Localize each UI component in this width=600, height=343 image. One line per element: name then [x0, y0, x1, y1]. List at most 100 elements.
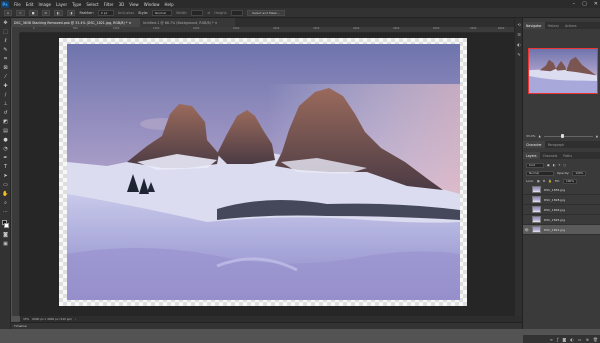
zoom-in-icon[interactable]: ▲ — [596, 134, 598, 138]
tab-navigator[interactable]: Navigator — [523, 22, 545, 29]
opacity-input[interactable]: 100% — [572, 170, 587, 176]
screen-mode-icon[interactable]: ▣ — [2, 241, 9, 248]
navigator-thumbnail[interactable] — [528, 48, 598, 94]
photo-layer-image[interactable] — [67, 44, 460, 300]
filter-shape-icon[interactable]: ▢ — [563, 163, 566, 167]
height-input[interactable] — [231, 9, 244, 16]
move-tool-icon[interactable]: ✥ — [2, 20, 9, 27]
tab-actions[interactable]: Actions — [562, 22, 580, 29]
lock-all-icon[interactable]: 🔒 — [548, 179, 552, 183]
gradient-tool-icon[interactable]: ▤ — [2, 128, 9, 135]
eraser-tool-icon[interactable]: ◩ — [2, 119, 9, 126]
add-selection-icon[interactable]: ⧉ — [41, 9, 50, 16]
adjustment-icon[interactable]: ◐ — [570, 337, 574, 342]
path-selection-tool-icon[interactable]: ➤ — [2, 173, 9, 180]
menu-filter[interactable]: Filter — [104, 2, 114, 7]
navigator-zoom-value[interactable]: 33.4% — [526, 134, 536, 138]
tab-paths[interactable]: Paths — [560, 152, 575, 159]
fill-input[interactable]: 100% — [563, 178, 577, 184]
zoom-level[interactable]: 33% — [23, 317, 29, 321]
menu-image[interactable]: Image — [38, 2, 51, 7]
tab-history[interactable]: History — [545, 22, 562, 29]
menu-type[interactable]: Type — [72, 2, 81, 7]
menu-help[interactable]: Help — [164, 2, 173, 7]
history-brush-tool-icon[interactable]: ↺ — [2, 110, 9, 117]
trash-icon[interactable]: 🗑 — [593, 337, 598, 342]
filter-type-icon[interactable]: T — [558, 163, 560, 167]
tab-channels[interactable]: Channels — [540, 152, 561, 159]
layer-row[interactable]: DSC_1825.jpg — [523, 215, 600, 225]
layer-kind-filter[interactable]: Kind — [526, 162, 544, 168]
lasso-tool-icon[interactable]: ℓ — [2, 38, 9, 45]
hand-tool-icon[interactable]: ✋ — [2, 191, 9, 198]
zoom-out-icon[interactable]: ▲ — [539, 134, 541, 138]
zoom-slider-knob[interactable] — [560, 134, 564, 138]
lock-pixels-icon[interactable]: ▦ — [537, 179, 540, 183]
layer-name[interactable]: DSC_1826.jpg — [544, 208, 565, 212]
layer-row[interactable]: DSC_1835.jpg — [523, 185, 600, 195]
new-layer-icon[interactable]: ⊕ — [586, 337, 589, 342]
width-input[interactable] — [191, 9, 204, 16]
menu-select[interactable]: Select — [86, 2, 98, 7]
antialias-label[interactable]: Anti-alias — [118, 11, 134, 15]
close-button[interactable]: ✕ — [594, 0, 598, 8]
brush-tool-icon[interactable]: ∕ — [2, 92, 9, 99]
layer-name[interactable]: DSC_1835.jpg — [544, 188, 565, 192]
dodge-tool-icon[interactable]: ◔ — [2, 146, 9, 153]
background-color-swatch[interactable] — [4, 223, 9, 228]
menu-window[interactable]: Window — [144, 2, 160, 7]
visibility-eye-icon[interactable]: 👁 — [523, 228, 530, 232]
style-select[interactable]: Normal — [152, 9, 173, 16]
frame-tool-icon[interactable]: ⊠ — [2, 65, 9, 72]
tab-document-main[interactable]: DSC_3638 Stacking Removed.psb @ 33.4% (D… — [11, 18, 142, 27]
clone-stamp-tool-icon[interactable]: ⊥ — [2, 101, 9, 108]
type-tool-icon[interactable]: T — [2, 164, 9, 171]
tab-layers[interactable]: Layers — [523, 152, 540, 159]
blend-mode-select[interactable]: Normal — [526, 170, 554, 176]
new-selection-icon[interactable]: ■ — [28, 9, 38, 16]
layer-row[interactable]: DSC_1828.jpg — [523, 195, 600, 205]
mask-icon[interactable]: ◙ — [562, 337, 566, 342]
filter-pixel-icon[interactable]: ▣ — [547, 163, 550, 167]
layer-row[interactable]: DSC_1826.jpg — [523, 205, 600, 215]
tab-document-untitled[interactable]: Untitled-1 @ 66.7% (Background, RGB/8) *… — [140, 18, 235, 27]
menu-layer[interactable]: Layer — [56, 2, 67, 7]
layer-name[interactable]: DSC_1821.jpg — [544, 228, 565, 232]
group-icon[interactable]: ▭ — [578, 337, 582, 342]
tab-character[interactable]: Character — [523, 141, 545, 148]
minimize-button[interactable]: – — [573, 0, 576, 8]
feather-input[interactable]: 0 px — [97, 9, 114, 16]
menu-view[interactable]: View — [129, 2, 139, 7]
subtract-selection-icon[interactable]: ◧ — [53, 9, 63, 16]
more-tools-icon[interactable]: ⋯ — [2, 209, 9, 216]
marquee-tool-preset-icon[interactable]: ▭ — [15, 9, 25, 16]
link-icon[interactable]: ∞ — [550, 337, 553, 342]
fx-icon[interactable]: ƒ — [557, 337, 558, 342]
zoom-tool-icon[interactable]: ⌕ — [2, 200, 9, 207]
timeline-tab[interactable]: Timeline — [14, 324, 27, 328]
blur-tool-icon[interactable]: ● — [2, 137, 9, 144]
select-and-mask-button[interactable]: Select and Mask... — [247, 9, 285, 16]
healing-brush-tool-icon[interactable]: ✚ — [2, 83, 9, 90]
filter-adjust-icon[interactable]: ◐ — [553, 163, 556, 167]
intersect-selection-icon[interactable]: ◨ — [66, 9, 76, 16]
menu-3d[interactable]: 3D — [119, 2, 125, 7]
rectangle-tool-icon[interactable]: ▭ — [2, 182, 9, 189]
quick-select-tool-icon[interactable]: ✎ — [2, 47, 9, 54]
pen-tool-icon[interactable]: ✒ — [2, 155, 9, 162]
crop-tool-icon[interactable]: ⌗ — [2, 56, 9, 63]
maximize-button[interactable]: ▢ — [582, 0, 587, 8]
layer-row-selected[interactable]: 👁 DSC_1821.jpg — [523, 225, 600, 235]
swap-icon[interactable]: ⇄ — [207, 11, 210, 15]
layer-name[interactable]: DSC_1825.jpg — [544, 218, 565, 222]
menu-edit[interactable]: Edit — [26, 2, 34, 7]
marquee-tool-icon[interactable]: ⬚ — [2, 29, 9, 36]
eyedropper-tool-icon[interactable]: ⁄ — [2, 74, 9, 81]
layer-name[interactable]: DSC_1828.jpg — [544, 198, 565, 202]
lock-position-icon[interactable]: ✥ — [543, 179, 546, 183]
tab-paragraph[interactable]: Paragraph — [545, 141, 567, 148]
quick-mask-icon[interactable]: ◙ — [2, 232, 9, 239]
status-arrow-icon[interactable]: › — [75, 317, 76, 321]
home-icon[interactable]: ⌂ — [4, 9, 12, 16]
menu-file[interactable]: File — [14, 2, 21, 7]
